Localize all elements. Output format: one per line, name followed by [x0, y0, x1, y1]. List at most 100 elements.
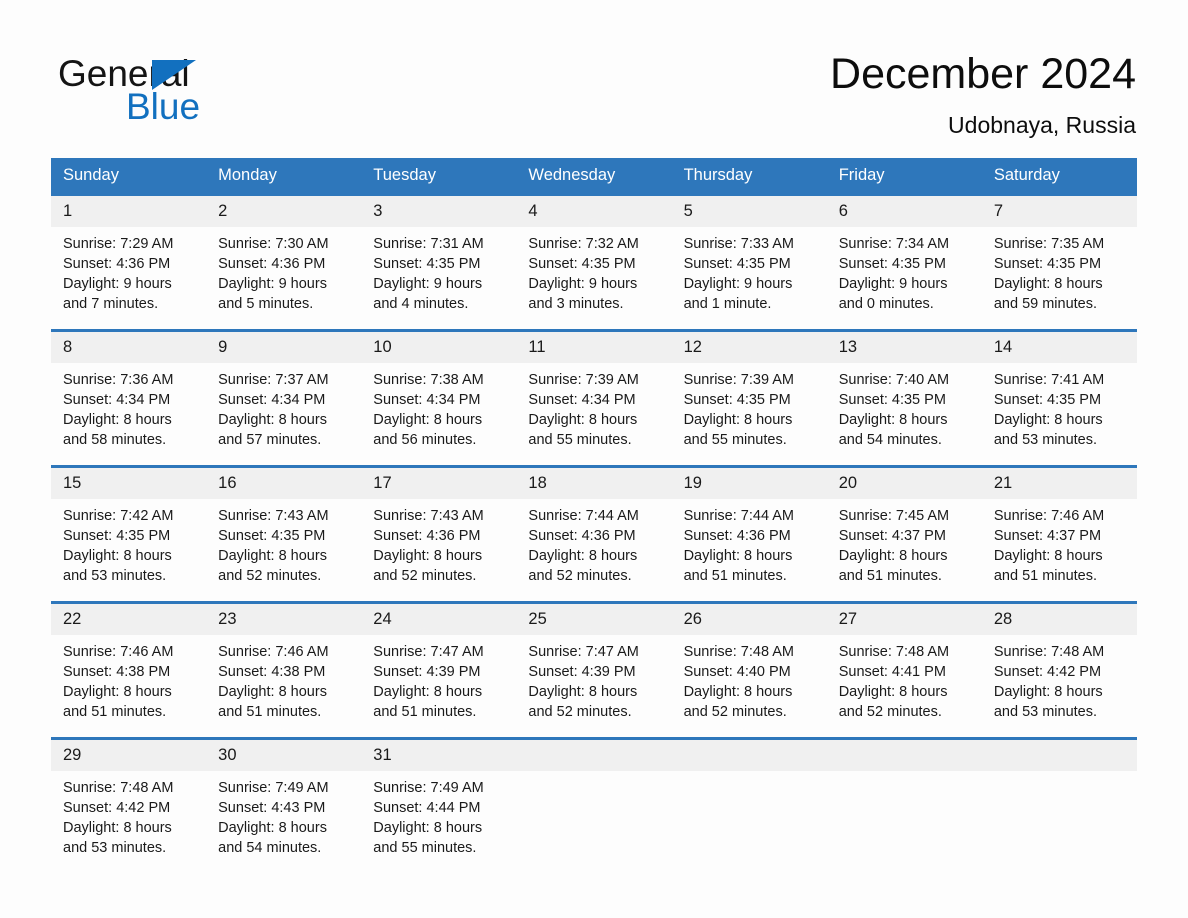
day-number: 21	[981, 468, 1137, 499]
week-row: 15 Sunrise: 7:42 AM Sunset: 4:35 PM Dayl…	[51, 465, 1137, 586]
day-info: Sunrise: 7:33 AM Sunset: 4:35 PM Dayligh…	[672, 227, 827, 314]
daylight-text-line2: and 0 minutes.	[838, 296, 934, 312]
daylight-text-line1: Daylight: 8 hours	[838, 548, 948, 564]
daylight-text-line1: Daylight: 8 hours	[218, 412, 327, 428]
sunrise-text: Sunrise: 7:43 AM	[373, 508, 484, 524]
day-number: 1	[51, 196, 207, 227]
daylight-text-line2: and 5 minutes.	[218, 296, 314, 312]
daylight-text-line2: and 3 minutes.	[528, 296, 624, 312]
daylight-text-line1: Daylight: 9 hours	[838, 276, 948, 292]
day-cell[interactable]: 4 Sunrise: 7:32 AM Sunset: 4:35 PM Dayli…	[516, 196, 672, 314]
daylight-text-line2: and 53 minutes.	[993, 704, 1098, 720]
day-cell[interactable]: 30 Sunrise: 7:49 AM Sunset: 4:43 PM Dayl…	[206, 740, 362, 858]
day-number: 22	[51, 604, 207, 635]
weekday-header-wednesday: Wednesday	[528, 166, 616, 184]
sunset-text: Sunset: 4:44 PM	[373, 800, 481, 816]
day-cell[interactable]: 7 Sunrise: 7:35 AM Sunset: 4:35 PM Dayli…	[981, 196, 1137, 314]
daylight-text-line2: and 51 minutes.	[63, 704, 167, 720]
sunset-text: Sunset: 4:35 PM	[993, 392, 1102, 408]
day-cell[interactable]: 23 Sunrise: 7:46 AM Sunset: 4:38 PM Dayl…	[206, 604, 362, 722]
location-subtitle: Udobnaya, Russia	[948, 112, 1136, 138]
sunset-text: Sunset: 4:34 PM	[218, 392, 326, 408]
day-info: Sunrise: 7:39 AM Sunset: 4:34 PM Dayligh…	[516, 363, 671, 450]
day-cell[interactable]: 29 Sunrise: 7:48 AM Sunset: 4:42 PM Dayl…	[51, 740, 207, 858]
page-header: General Blue December 2024 Udobnaya, Rus…	[0, 0, 1188, 155]
day-info: Sunrise: 7:44 AM Sunset: 4:36 PM Dayligh…	[516, 499, 671, 586]
day-cell[interactable]: 26 Sunrise: 7:48 AM Sunset: 4:40 PM Dayl…	[671, 604, 827, 722]
sunrise-text: Sunrise: 7:40 AM	[838, 372, 950, 388]
daylight-text-line1: Daylight: 8 hours	[373, 820, 483, 836]
daylight-text-line1: Daylight: 8 hours	[218, 820, 327, 836]
day-cell[interactable]: 5 Sunrise: 7:33 AM Sunset: 4:35 PM Dayli…	[671, 196, 827, 314]
day-cell[interactable]: 17 Sunrise: 7:43 AM Sunset: 4:36 PM Dayl…	[361, 468, 517, 586]
day-cell[interactable]: 22 Sunrise: 7:46 AM Sunset: 4:38 PM Dayl…	[51, 604, 207, 722]
sunset-text: Sunset: 4:35 PM	[373, 256, 481, 272]
sunset-text: Sunset: 4:34 PM	[63, 392, 171, 408]
sunset-text: Sunset: 4:34 PM	[528, 392, 636, 408]
weekday-header-tuesday: Tuesday	[373, 166, 436, 184]
daylight-text-line2: and 52 minutes.	[373, 568, 477, 584]
sunset-text: Sunset: 4:38 PM	[218, 664, 326, 680]
day-cell[interactable]: 2 Sunrise: 7:30 AM Sunset: 4:36 PM Dayli…	[206, 196, 362, 314]
daylight-text-line2: and 51 minutes.	[993, 568, 1098, 584]
daylight-text-line2: and 4 minutes.	[373, 296, 469, 312]
day-cell[interactable]: 1 Sunrise: 7:29 AM Sunset: 4:36 PM Dayli…	[51, 196, 207, 314]
day-number: 24	[361, 604, 517, 635]
title-block: December 2024 Udobnaya, Russia	[830, 48, 1136, 140]
daylight-text-line1: Daylight: 9 hours	[218, 276, 327, 292]
day-info: Sunrise: 7:46 AM Sunset: 4:38 PM Dayligh…	[51, 635, 206, 722]
daylight-text-line1: Daylight: 8 hours	[528, 412, 638, 428]
day-cell[interactable]: 24 Sunrise: 7:47 AM Sunset: 4:39 PM Dayl…	[361, 604, 517, 722]
day-cell[interactable]: 14 Sunrise: 7:41 AM Sunset: 4:35 PM Dayl…	[981, 332, 1137, 450]
sunrise-text: Sunrise: 7:35 AM	[993, 236, 1105, 252]
generalblue-logo[interactable]: General Blue	[58, 52, 318, 132]
daylight-text-line1: Daylight: 8 hours	[63, 548, 172, 564]
daylight-text-line1: Daylight: 8 hours	[63, 684, 172, 700]
day-cell[interactable]: 9 Sunrise: 7:37 AM Sunset: 4:34 PM Dayli…	[206, 332, 362, 450]
calendar-grid: Sunday Monday Tuesday Wednesday Thursday…	[51, 158, 1137, 858]
week-row: 8 Sunrise: 7:36 AM Sunset: 4:34 PM Dayli…	[51, 329, 1137, 450]
day-cell[interactable]: 8 Sunrise: 7:36 AM Sunset: 4:34 PM Dayli…	[51, 332, 207, 450]
sunset-text: Sunset: 4:39 PM	[528, 664, 636, 680]
day-cell[interactable]: 3 Sunrise: 7:31 AM Sunset: 4:35 PM Dayli…	[361, 196, 517, 314]
weekday-header-sunday: Sunday	[63, 166, 119, 184]
sunrise-text: Sunrise: 7:46 AM	[63, 644, 174, 660]
day-info: Sunrise: 7:30 AM Sunset: 4:36 PM Dayligh…	[206, 227, 361, 314]
day-cell-empty	[826, 740, 982, 858]
calendar-page: General Blue December 2024 Udobnaya, Rus…	[0, 0, 1188, 918]
daylight-text-line1: Daylight: 8 hours	[218, 684, 327, 700]
daylight-text-line1: Daylight: 8 hours	[373, 548, 483, 564]
sunset-text: Sunset: 4:35 PM	[528, 256, 636, 272]
day-number: 27	[826, 604, 982, 635]
day-cell[interactable]: 18 Sunrise: 7:44 AM Sunset: 4:36 PM Dayl…	[516, 468, 672, 586]
day-number: 7	[981, 196, 1137, 227]
daylight-text-line1: Daylight: 8 hours	[528, 684, 638, 700]
day-cell[interactable]: 20 Sunrise: 7:45 AM Sunset: 4:37 PM Dayl…	[826, 468, 982, 586]
day-cell[interactable]: 10 Sunrise: 7:38 AM Sunset: 4:34 PM Dayl…	[361, 332, 517, 450]
day-info: Sunrise: 7:44 AM Sunset: 4:36 PM Dayligh…	[672, 499, 827, 586]
day-cell[interactable]: 31 Sunrise: 7:49 AM Sunset: 4:44 PM Dayl…	[361, 740, 517, 858]
day-number	[516, 740, 672, 771]
day-cell-empty	[516, 740, 672, 858]
day-cell[interactable]: 12 Sunrise: 7:39 AM Sunset: 4:35 PM Dayl…	[671, 332, 827, 450]
daylight-text-line2: and 52 minutes.	[528, 568, 632, 584]
day-number: 28	[981, 604, 1137, 635]
day-cell[interactable]: 28 Sunrise: 7:48 AM Sunset: 4:42 PM Dayl…	[981, 604, 1137, 722]
day-number: 16	[206, 468, 362, 499]
daylight-text-line1: Daylight: 9 hours	[373, 276, 483, 292]
page-title: December 2024	[830, 50, 1136, 98]
day-cell[interactable]: 19 Sunrise: 7:44 AM Sunset: 4:36 PM Dayl…	[671, 468, 827, 586]
day-cell[interactable]: 13 Sunrise: 7:40 AM Sunset: 4:35 PM Dayl…	[826, 332, 982, 450]
sunset-text: Sunset: 4:35 PM	[683, 392, 791, 408]
day-cell[interactable]: 15 Sunrise: 7:42 AM Sunset: 4:35 PM Dayl…	[51, 468, 207, 586]
day-cell[interactable]: 16 Sunrise: 7:43 AM Sunset: 4:35 PM Dayl…	[206, 468, 362, 586]
daylight-text-line2: and 58 minutes.	[63, 432, 167, 448]
day-cell[interactable]: 25 Sunrise: 7:47 AM Sunset: 4:39 PM Dayl…	[516, 604, 672, 722]
day-cell[interactable]: 27 Sunrise: 7:48 AM Sunset: 4:41 PM Dayl…	[826, 604, 982, 722]
sunset-text: Sunset: 4:36 PM	[63, 256, 171, 272]
sunset-text: Sunset: 4:35 PM	[838, 256, 946, 272]
day-cell[interactable]: 6 Sunrise: 7:34 AM Sunset: 4:35 PM Dayli…	[826, 196, 982, 314]
day-info: Sunrise: 7:37 AM Sunset: 4:34 PM Dayligh…	[206, 363, 361, 450]
day-cell[interactable]: 11 Sunrise: 7:39 AM Sunset: 4:34 PM Dayl…	[516, 332, 672, 450]
day-cell[interactable]: 21 Sunrise: 7:46 AM Sunset: 4:37 PM Dayl…	[981, 468, 1137, 586]
